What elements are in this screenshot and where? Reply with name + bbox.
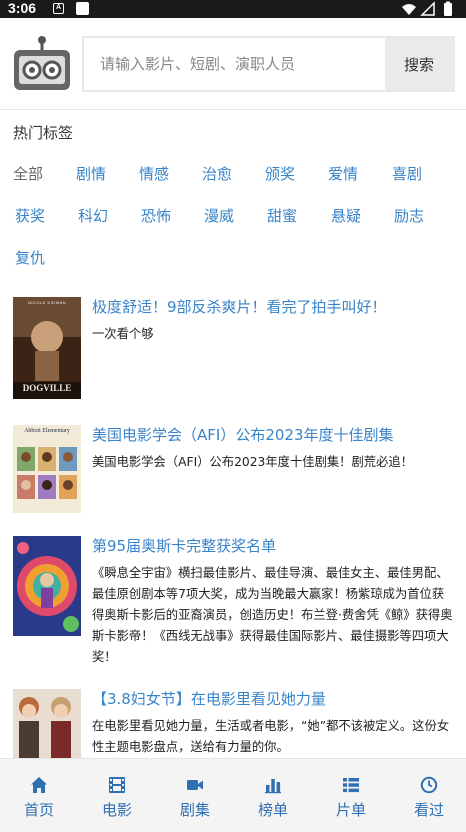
tag-item[interactable]: 治愈	[202, 163, 232, 184]
article-thumbnail	[13, 536, 81, 636]
article-item[interactable]: 第95届奥斯卡完整获奖名单 《瞬息全宇宙》横扫最佳影片、最佳导演、最佳女主、最佳…	[13, 536, 455, 666]
poster-title-text: Abbott Elementary	[24, 428, 70, 434]
article-title[interactable]: 美国电影学会（AFI）公布2023年度十佳剧集	[92, 425, 456, 445]
notification-square-icon	[76, 2, 89, 15]
status-bar: 3:06 A	[0, 0, 466, 18]
article-title[interactable]: 第95届奥斯卡完整获奖名单	[92, 536, 456, 556]
article-description: 《瞬息全宇宙》横扫最佳影片、最佳导演、最佳女主、最佳男配、最佳原创剧本等7项大奖…	[92, 566, 453, 664]
article-title[interactable]: 极度舒适！9部反杀爽片！看完了拍手叫好！	[92, 297, 456, 317]
tag-item[interactable]: 颁奖	[265, 163, 295, 184]
header: 搜索	[0, 18, 466, 110]
film-icon	[109, 777, 125, 793]
tag-item[interactable]: 科幻	[78, 205, 108, 226]
poster-title-text: DOGVILLE	[22, 383, 72, 393]
nav-ranking-label: 榜单	[257, 801, 288, 819]
notification-icon: A	[53, 3, 64, 14]
video-camera-icon	[187, 780, 203, 790]
tag-item[interactable]: 甜蜜	[267, 205, 297, 226]
article-thumbnail	[13, 689, 81, 758]
robot-logo-icon	[14, 36, 70, 90]
tag-item[interactable]: 漫威	[204, 205, 234, 226]
nav-series[interactable]: 剧集	[156, 759, 234, 832]
nav-playlist-label: 片单	[335, 801, 366, 819]
hot-tags-title: 热门标签	[13, 124, 74, 142]
nav-movies[interactable]: 电影	[78, 759, 156, 832]
nav-watched-label: 看过	[413, 801, 444, 819]
tag-item[interactable]: 励志	[394, 205, 424, 226]
tag-item[interactable]: 悬疑	[331, 205, 361, 226]
nav-ranking[interactable]: 榜单	[234, 759, 312, 832]
search-input[interactable]	[84, 38, 387, 90]
nav-home[interactable]: 首页	[0, 759, 78, 832]
article-description: 一次看个够	[92, 327, 154, 341]
clock-icon	[420, 776, 438, 794]
tag-item[interactable]: 喜剧	[392, 163, 422, 184]
article-item[interactable]: 【3.8妇女节】在电影里看见她力量 在电影里看见她力量，生活或者电影，“她”都不…	[13, 689, 455, 758]
article-thumbnail: Abbott Elementary	[13, 425, 81, 513]
article-description: 在电影里看见她力量，生活或者电影，“她”都不该被定义。这份女性主题电影盘点，送给…	[92, 719, 450, 754]
article-item[interactable]: NICOLE KIDMAN DOGVILLE 极度舒适！9部反杀爽片！看完了拍手…	[13, 297, 455, 401]
bottom-nav: 首页 电影 剧集 榜单 片单 看过	[0, 758, 466, 832]
nav-movies-label: 电影	[101, 801, 132, 819]
home-icon	[31, 777, 47, 793]
article-item[interactable]: Abbott Elementary 美国电影学会（AFI）公布2023年度十佳剧…	[13, 425, 455, 529]
list-icon	[343, 778, 359, 793]
nav-watched[interactable]: 看过	[390, 759, 466, 832]
article-description: 美国电影学会（AFI）公布2023年度十佳剧集！剧荒必追！	[92, 455, 413, 469]
search-box: 搜索	[82, 36, 455, 92]
tag-item[interactable]: 剧情	[76, 163, 106, 184]
bar-chart-icon	[265, 779, 281, 794]
nav-home-label: 首页	[23, 801, 54, 819]
tag-all[interactable]: 全部	[13, 163, 43, 184]
poster-top-text: NICOLE KIDMAN	[27, 300, 67, 305]
nav-playlist[interactable]: 片单	[312, 759, 390, 832]
tag-item[interactable]: 恐怖	[141, 205, 171, 226]
system-status-icons	[402, 1, 452, 16]
tag-item[interactable]: 爱情	[328, 163, 358, 184]
signal-icon	[420, 1, 435, 16]
tag-item[interactable]: 复仇	[15, 247, 45, 268]
nav-series-label: 剧集	[179, 801, 210, 819]
battery-icon	[444, 3, 452, 16]
tag-item[interactable]: 情感	[139, 163, 169, 184]
tag-item[interactable]: 获奖	[15, 205, 45, 226]
status-time: 3:06	[8, 0, 37, 16]
search-button[interactable]: 搜索	[385, 38, 453, 90]
article-title[interactable]: 【3.8妇女节】在电影里看见她力量	[92, 689, 456, 709]
article-thumbnail: NICOLE KIDMAN DOGVILLE	[13, 297, 81, 399]
wifi-icon	[402, 4, 416, 15]
